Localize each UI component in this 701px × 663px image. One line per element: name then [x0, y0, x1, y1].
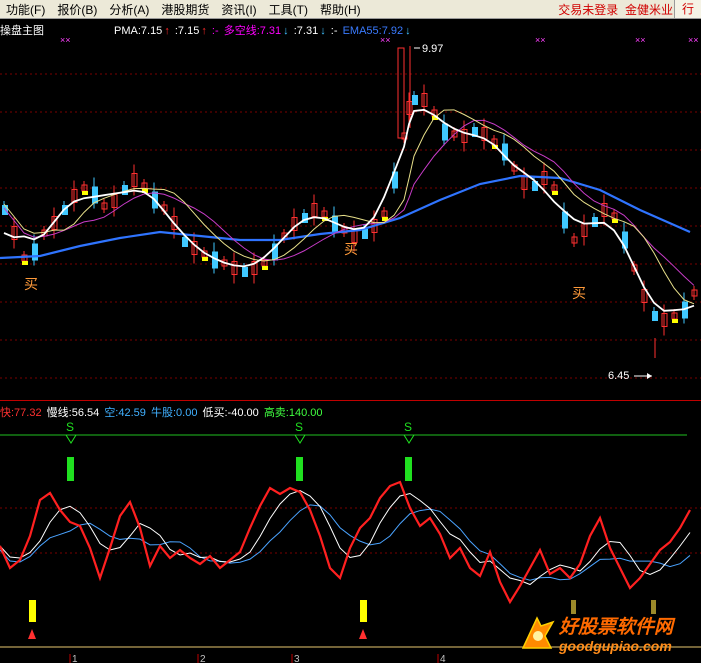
- axis-label: 1: [72, 654, 78, 663]
- signal-block: [672, 319, 678, 323]
- candle-down: [652, 311, 658, 321]
- menu-bar: 功能(F) 报价(B) 分析(A) 港股期货 资讯(I) 工具(T) 帮助(H)…: [0, 0, 701, 19]
- site-watermark: 好股票软件网 goodgupiao.com: [515, 612, 695, 662]
- signal-block: [262, 266, 268, 270]
- chevron-down-icon: [65, 434, 77, 444]
- menu-function[interactable]: 功能(F): [0, 1, 51, 18]
- chevron-down-icon: [294, 434, 306, 444]
- sell-signals: S S S: [65, 420, 415, 481]
- buy-signal: 买: [572, 285, 586, 301]
- candles-group: [2, 46, 698, 358]
- high-price-label: 9.97: [422, 43, 443, 55]
- signal-block: [22, 261, 28, 265]
- bull-logo-icon: [521, 616, 555, 649]
- time-axis: 1 2 3 4: [69, 654, 446, 663]
- signal-block: [552, 191, 558, 195]
- candle-down: [442, 123, 448, 141]
- sell-signal-s: S: [404, 420, 412, 434]
- cross-marker: ××: [60, 35, 71, 45]
- signal-block: [202, 257, 208, 261]
- menu-quote[interactable]: 报价(B): [51, 1, 103, 18]
- cross-marker: ××: [688, 35, 699, 45]
- login-status[interactable]: 交易未登录: [558, 3, 618, 17]
- menu-hk-futures[interactable]: 港股期货: [155, 1, 215, 18]
- candle-down: [412, 95, 418, 105]
- sell-bar: [67, 457, 74, 481]
- trade-status[interactable]: 交易未登录 金健米业: [558, 1, 673, 18]
- menu-tools[interactable]: 工具(T): [263, 1, 314, 18]
- menu-info[interactable]: 资讯(I): [215, 1, 262, 18]
- pma-line: [3, 108, 695, 312]
- candle-down: [242, 267, 248, 277]
- low-price-label: 6.45: [608, 370, 629, 382]
- buy-signal: 买: [344, 241, 358, 257]
- sell-signal-s: S: [66, 420, 74, 434]
- axis-label: 3: [294, 654, 300, 663]
- candle-down: [592, 217, 598, 227]
- cross-marker: ××: [380, 35, 391, 45]
- cross-marker: ××: [635, 35, 646, 45]
- buy-bar: [29, 600, 36, 622]
- axis-label: 4: [440, 654, 446, 663]
- panel-divider: [0, 400, 701, 401]
- candle-down: [32, 243, 38, 261]
- signal-block: [82, 191, 88, 195]
- cross-marker: ××: [535, 35, 546, 45]
- stock-name: 金健米业: [624, 3, 673, 17]
- candle-up: [397, 47, 405, 139]
- quote-button[interactable]: 行: [674, 0, 701, 18]
- watermark-url: goodgupiao.com: [559, 638, 672, 654]
- buy-signal: 买: [24, 276, 38, 292]
- menu-help[interactable]: 帮助(H): [314, 1, 367, 18]
- triangle-up-icon: [28, 629, 36, 639]
- chevron-down-icon: [403, 434, 415, 444]
- buy-bar: [360, 600, 367, 622]
- candle-down: [362, 229, 368, 239]
- sell-bar: [405, 457, 412, 481]
- menu-analysis[interactable]: 分析(A): [103, 1, 155, 18]
- sell-signal-s: S: [295, 420, 303, 434]
- sell-bar: [296, 457, 303, 481]
- watermark-cn: 好股票软件网: [559, 616, 674, 638]
- top-markers: ×× ×× ×× ×× ××: [60, 35, 699, 45]
- axis-label: 2: [200, 654, 206, 663]
- triangle-up-icon: [359, 629, 367, 639]
- fast-line: [0, 480, 691, 605]
